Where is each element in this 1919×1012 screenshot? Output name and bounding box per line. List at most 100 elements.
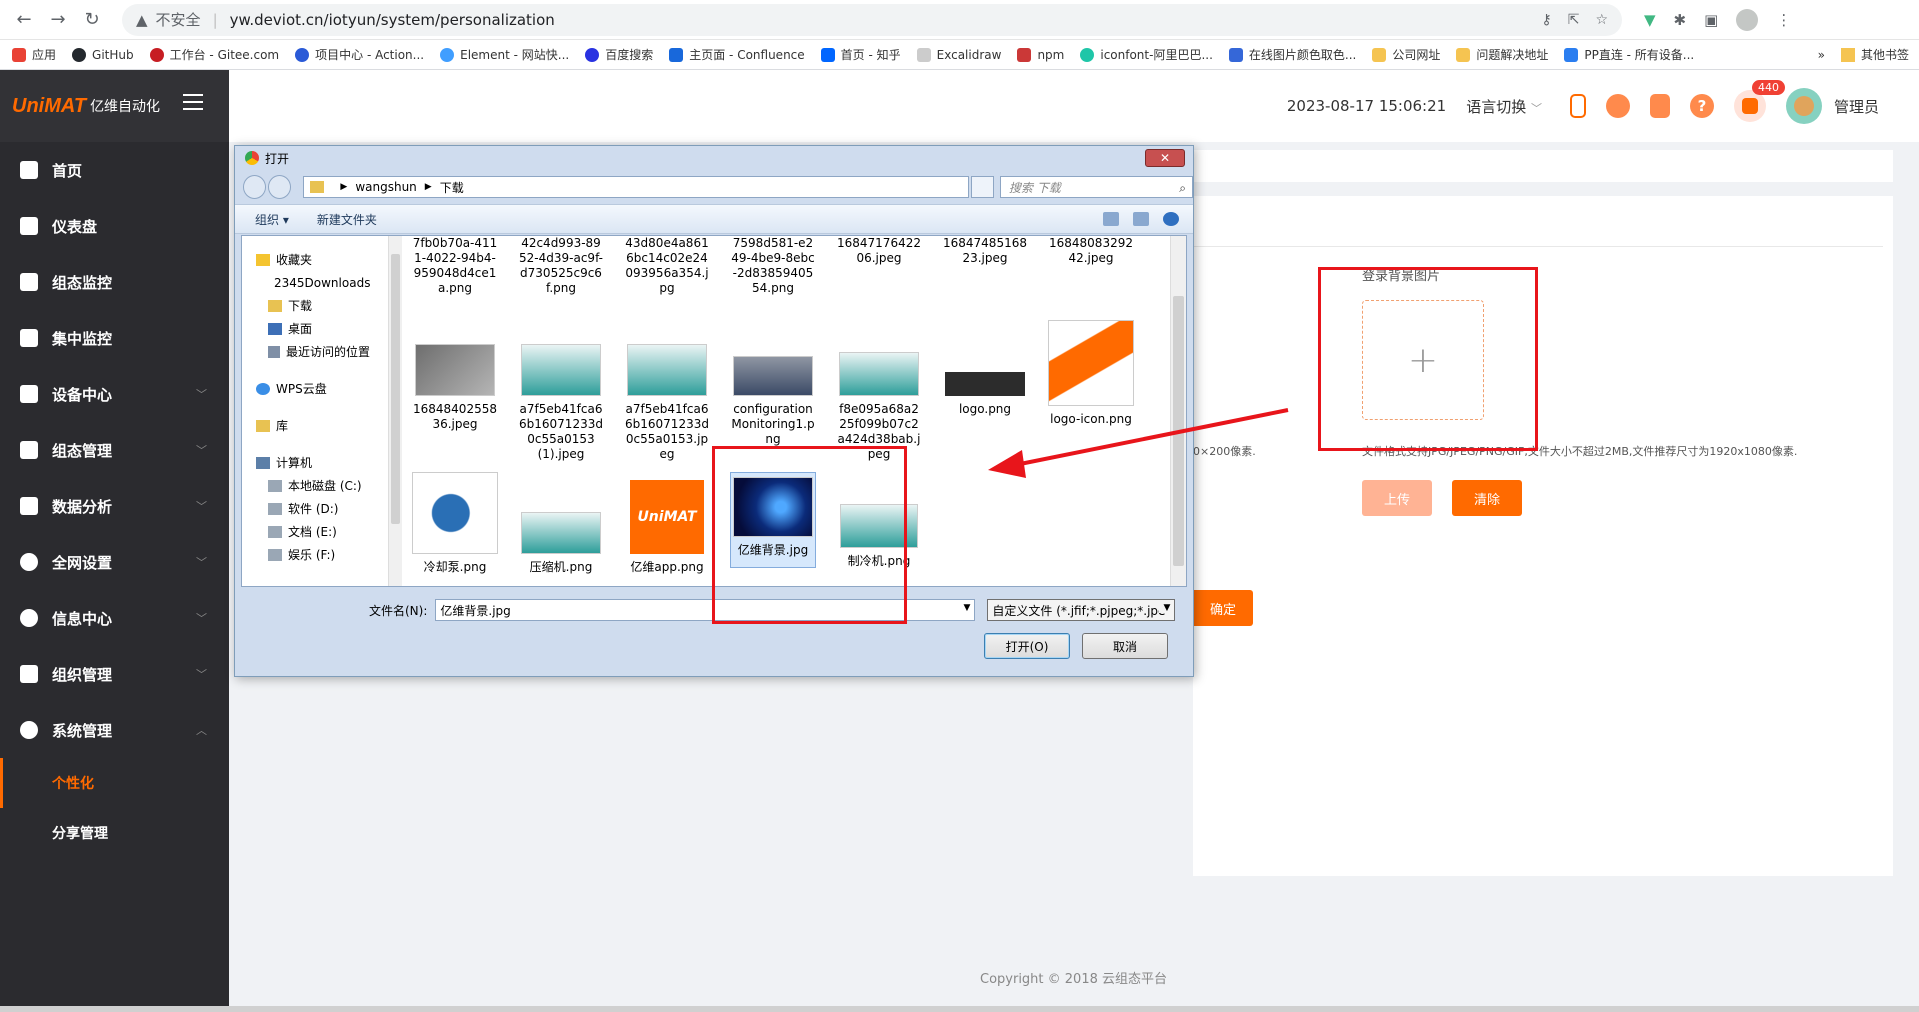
help-icon[interactable]: [1163, 212, 1179, 226]
scrollbar[interactable]: [388, 236, 402, 586]
bookmark-folder[interactable]: 问题解决地址: [1456, 46, 1548, 63]
tree-item-drive-c[interactable]: 本地磁盘 (C:): [242, 474, 370, 497]
refresh-button[interactable]: [970, 176, 994, 198]
chevron-down-icon[interactable]: ▼: [963, 603, 970, 613]
sidebar-subitem-personalization[interactable]: 个性化: [0, 758, 229, 808]
file-item[interactable]: 7fb0b70a-4111-4022-94b4-959048d4ce1a.png: [412, 236, 498, 296]
language-switch[interactable]: 语言切换 ﹀: [1466, 96, 1542, 117]
notification-bell[interactable]: 440: [1733, 80, 1785, 122]
bookmark-item[interactable]: Excalidraw: [916, 47, 1001, 62]
path-breadcrumb[interactable]: ▶ wangshun ▶ 下载: [303, 176, 969, 198]
share-icon[interactable]: ⇱: [1568, 12, 1580, 28]
tree-item-drive-f[interactable]: 娱乐 (F:): [242, 543, 370, 566]
sidebar-item-config-monitor[interactable]: 组态监控: [0, 254, 229, 310]
tree-item-drive-d[interactable]: 软件 (D:): [242, 497, 370, 520]
user-name[interactable]: 管理员: [1834, 96, 1879, 117]
forward-icon[interactable]: [268, 175, 292, 199]
path-segment[interactable]: wangshun: [355, 180, 416, 194]
preview-pane-icon[interactable]: [1133, 212, 1149, 226]
file-item[interactable]: 冷却泵.png: [412, 472, 498, 575]
bookmark-item[interactable]: 首页 - 知乎: [820, 46, 901, 63]
tree-item-wps-cloud[interactable]: WPS云盘: [242, 377, 370, 400]
extensions-icon[interactable]: ✱: [1674, 11, 1687, 29]
bookmark-item[interactable]: npm: [1017, 47, 1064, 62]
sidebar-item-data-analysis[interactable]: 数据分析 ﹀: [0, 478, 229, 534]
bookmark-item[interactable]: 工作台 - Gitee.com: [149, 46, 279, 63]
menu-icon[interactable]: ⋮: [1776, 11, 1791, 29]
sidebar-item-config-manage[interactable]: 组态管理 ﹀: [0, 422, 229, 478]
open-button[interactable]: 打开(O): [984, 633, 1070, 659]
bookmark-item[interactable]: iconfont-阿里巴巴...: [1080, 46, 1213, 63]
other-bookmarks[interactable]: 其他书签: [1861, 46, 1909, 63]
sidebar-item-device-center[interactable]: 设备中心 ﹀: [0, 366, 229, 422]
key-icon[interactable]: ⚷: [1541, 12, 1551, 28]
file-item[interactable]: 42c4d993-8952-4d39-ac9f-d730525c9c6f.png: [518, 236, 604, 296]
tree-item-favorites[interactable]: 收藏夹: [242, 248, 370, 271]
bookmark-item[interactable]: 百度搜索: [585, 46, 653, 63]
file-item[interactable]: 43d80e4a8616bc14c02e24093956a354.jpg: [624, 236, 710, 296]
tree-item-recent[interactable]: 最近访问的位置: [242, 340, 370, 363]
file-type-select[interactable]: 自定义文件 (*.jfif;*.pjpeg;*.jpe ▼: [987, 599, 1176, 621]
file-item[interactable]: logo-icon.png: [1048, 320, 1134, 427]
file-item[interactable]: 压缩机.png: [518, 512, 604, 575]
close-button[interactable]: ✕: [1145, 149, 1185, 167]
wechat-icon[interactable]: [1605, 94, 1630, 118]
tree-item-2345downloads[interactable]: 2345Downloads: [242, 271, 370, 294]
bookmark-item[interactable]: 项目中心 - Action...: [295, 46, 424, 63]
file-item[interactable]: UniMAT 亿维app.png: [624, 480, 710, 575]
file-item[interactable]: a7f5eb41fca66b16071233d0c55a0153 (1).jpe…: [518, 344, 604, 462]
bookmark-item[interactable]: 在线图片颜色取色...: [1228, 46, 1356, 63]
scrollbar-thumb[interactable]: [391, 254, 400, 524]
cancel-button[interactable]: 取消: [1082, 633, 1168, 659]
file-item[interactable]: a7f5eb41fca66b16071233d0c55a0153.jpeg: [624, 344, 710, 462]
confirm-button[interactable]: 确定: [1193, 590, 1253, 626]
tree-item-desktop[interactable]: 桌面: [242, 317, 370, 340]
sidebar-item-info-center[interactable]: 信息中心 ﹀: [0, 590, 229, 646]
vue-devtools-icon[interactable]: ▼: [1644, 11, 1656, 29]
tree-item-libraries[interactable]: 库: [242, 414, 370, 437]
sidebar-item-org-manage[interactable]: 组织管理 ﹀: [0, 646, 229, 702]
sidebar-item-home[interactable]: 首页: [0, 142, 229, 198]
address-bar[interactable]: ▲ 不安全 | yw.deviot.cn/iotyun/system/perso…: [122, 3, 1622, 36]
tree-item-drive-e[interactable]: 文档 (E:): [242, 520, 370, 543]
upload-button[interactable]: 上传: [1362, 480, 1432, 516]
tree-item-computer[interactable]: 计算机: [242, 451, 370, 474]
help-icon[interactable]: ?: [1689, 94, 1714, 118]
sidebar-item-dashboard[interactable]: 仪表盘: [0, 198, 229, 254]
organize-menu[interactable]: 组织 ▾: [255, 211, 289, 228]
mobile-icon[interactable]: [1569, 94, 1586, 118]
new-folder-button[interactable]: 新建文件夹: [317, 211, 377, 228]
speaker-icon[interactable]: [1649, 94, 1670, 118]
path-segment[interactable]: 下载: [440, 179, 464, 196]
bookmark-item[interactable]: GitHub: [72, 47, 134, 62]
file-item[interactable]: f8e095a68a225f099b07c2a424d38bab.jpeg: [836, 344, 922, 462]
bookmark-item[interactable]: 主页面 - Confluence: [669, 46, 805, 63]
back-icon[interactable]: ←: [10, 6, 38, 34]
sidebar-item-system-manage[interactable]: 系统管理 ︿: [0, 702, 229, 758]
scrollbar-thumb[interactable]: [1173, 296, 1184, 566]
search-input[interactable]: 搜索 下载 ⌕: [999, 176, 1193, 198]
star-icon[interactable]: ☆: [1595, 12, 1608, 28]
sidebar-subitem-share-manage[interactable]: 分享管理: [0, 808, 229, 858]
hamburger-icon[interactable]: [183, 94, 203, 110]
side-panel-icon[interactable]: ▣: [1704, 11, 1718, 29]
bookmark-folder[interactable]: 公司网址: [1372, 46, 1440, 63]
clear-button[interactable]: 清除: [1452, 480, 1522, 516]
file-item[interactable]: logo.png: [942, 344, 1028, 417]
file-item[interactable]: 1684748516823.jpeg: [942, 236, 1028, 266]
reload-icon[interactable]: ↻: [78, 6, 106, 34]
file-item[interactable]: 1684808329242.jpeg: [1048, 236, 1134, 266]
scrollbar[interactable]: [1170, 236, 1186, 586]
sidebar-item-network-settings[interactable]: 全网设置 ﹀: [0, 534, 229, 590]
profile-avatar[interactable]: [1736, 8, 1759, 31]
bookmarks-more[interactable]: »: [1818, 48, 1825, 62]
forward-icon[interactable]: →: [44, 6, 72, 34]
bookmark-item[interactable]: PP直连 - 所有设备...: [1564, 46, 1694, 63]
view-icon[interactable]: [1103, 212, 1119, 226]
file-item[interactable]: configurationMonitoring1.png: [730, 344, 816, 447]
file-item[interactable]: 1684717642206.jpeg: [836, 236, 922, 266]
bookmark-item[interactable]: 应用: [12, 46, 56, 63]
avatar[interactable]: [1785, 88, 1822, 124]
tree-item-downloads[interactable]: 下载: [242, 294, 370, 317]
file-item[interactable]: 7598d581-e249-4be9-8ebc-2d8385940554.png: [730, 236, 816, 296]
